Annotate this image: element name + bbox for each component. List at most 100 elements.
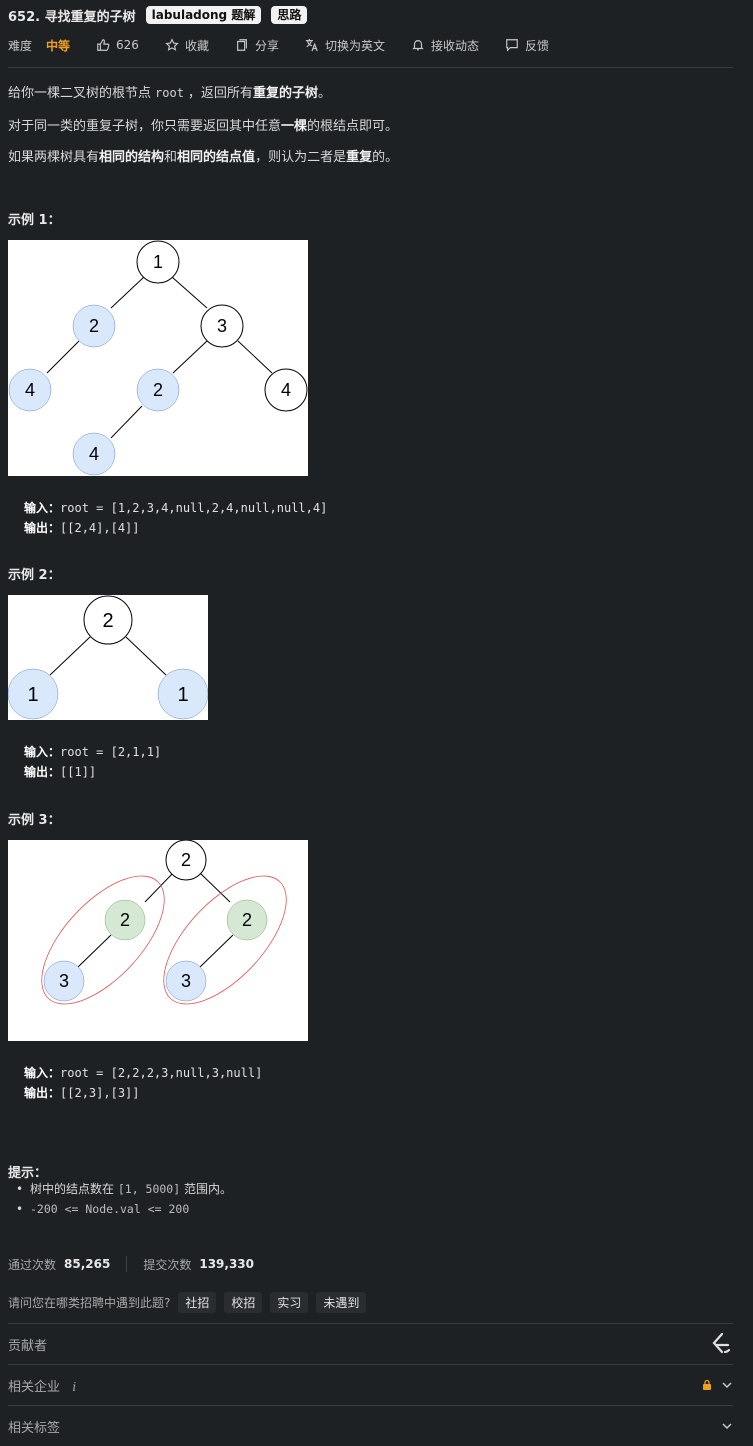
like-count: 626	[116, 38, 139, 52]
output-label: 输出：	[24, 521, 61, 535]
description-p2: 对于同一类的重复子树，你只需要返回其中任意一棵的根结点即可。	[8, 115, 398, 134]
favorite-button[interactable]: 收藏	[165, 37, 209, 54]
text: 给你一棵二叉树的根节点	[8, 86, 152, 101]
input-label: 输入：	[24, 1066, 61, 1080]
svg-text:1: 1	[27, 684, 38, 706]
description-p3: 如果两棵树具有相同的结构和相同的结点值，则认为二者是重复的。	[8, 146, 398, 165]
meta-row: 难度 中等 626 收藏 分享 切换为英文 接收动态 反馈	[8, 36, 575, 54]
header-divider	[8, 67, 733, 68]
survey-option-intern[interactable]: 实习	[270, 1292, 309, 1313]
example-1-tree-image: 1 2 3 4 2 4 4	[8, 240, 308, 476]
input-value: root = [2,2,2,3,null,3,null]	[60, 1066, 263, 1080]
interview-survey: 请问您在哪类招聘中遇到此题? 社招 校招 实习 未遇到	[8, 1292, 367, 1313]
survey-option-social[interactable]: 社招	[178, 1292, 217, 1313]
tree-node: 1	[8, 668, 59, 720]
survey-question: 请问您在哪类招聘中遇到此题?	[8, 1296, 171, 1310]
example-input-line: 输入：root = [2,1,1]	[24, 742, 161, 762]
translate-icon	[305, 38, 318, 52]
example-output-line: 输出：[[1]]	[24, 762, 161, 782]
tag-hint[interactable]: 思路	[271, 6, 308, 24]
input-label: 输入：	[24, 745, 61, 759]
output-label: 输出：	[24, 765, 61, 779]
tree-node: 3	[43, 960, 85, 1002]
tree-node: 2	[165, 840, 207, 881]
tree-node: 4	[264, 368, 308, 412]
tags-section[interactable]: 相关标签	[8, 1406, 733, 1446]
example-output-line: 输出：[[2,3],[3]]	[24, 1083, 262, 1103]
companies-label: 相关企业	[8, 1379, 61, 1395]
share-icon	[237, 39, 247, 51]
svg-text:1: 1	[153, 252, 163, 272]
tag-labuladong[interactable]: labuladong 题解	[145, 6, 262, 24]
chevron-down-icon[interactable]	[721, 1379, 733, 1391]
notify-button[interactable]: 接收动态	[411, 37, 479, 54]
feedback-button[interactable]: 反馈	[505, 37, 549, 54]
chevron-down-icon[interactable]	[721, 1420, 733, 1432]
description-p1: 给你一棵二叉树的根节点 root ，返回所有重复的子树。	[8, 82, 331, 101]
svg-text:2: 2	[242, 910, 252, 930]
bold-text: 相同的结构	[99, 150, 165, 165]
svg-text:3: 3	[217, 316, 227, 336]
submitted-label: 提交次数	[143, 1257, 192, 1272]
star-icon	[165, 38, 179, 51]
share-button[interactable]: 分享	[235, 37, 279, 54]
companies-heading: 相关企业 i	[8, 1376, 76, 1395]
svg-text:2: 2	[89, 316, 99, 336]
thumbs-up-icon	[97, 39, 110, 51]
example-output-line: 输出：[[2,4],[4]]	[24, 518, 327, 538]
text: 和	[164, 150, 178, 165]
text: 对于同一类的重复子树，你只需要返回其中任意	[8, 119, 282, 134]
like-button[interactable]: 626	[96, 38, 139, 52]
text: 树中的结点数在	[30, 1182, 115, 1196]
inline-code: -200 <= Node.val <= 200	[30, 1202, 190, 1216]
tags-label: 相关标签	[8, 1420, 61, 1436]
contributors-label: 贡献者	[8, 1338, 48, 1354]
switch-language-button[interactable]: 切换为英文	[305, 37, 385, 54]
bold-text: 一棵	[281, 119, 308, 134]
tree-node: 2	[104, 899, 146, 941]
text: ，则认为二者是	[255, 150, 347, 165]
hints-list: 树中的结点数在 [1, 5000] 范围内。 -200 <= Node.val …	[16, 1179, 232, 1219]
output-label: 输出：	[24, 1086, 61, 1100]
svg-text:3: 3	[181, 971, 191, 991]
difficulty: 难度 中等	[8, 37, 70, 54]
tree-node: 2	[136, 368, 180, 412]
input-value: root = [1,2,3,4,null,2,4,null,null,4]	[60, 501, 328, 515]
info-icon[interactable]: i	[72, 1380, 76, 1394]
example-2-title: 示例 2：	[8, 568, 61, 583]
tree-node: 4	[8, 368, 52, 412]
survey-option-never[interactable]: 未遇到	[316, 1292, 367, 1313]
switch-language-label: 切换为英文	[324, 38, 385, 53]
example-3-tree-image: 2 2 2 3 3	[8, 840, 308, 1041]
bell-icon	[412, 40, 424, 51]
inline-code: [1, 5000]	[117, 1182, 181, 1196]
companies-section[interactable]: 相关企业 i	[8, 1365, 733, 1405]
hint-item: -200 <= Node.val <= 200	[16, 1199, 232, 1219]
text: 的根结点即可。	[307, 119, 399, 134]
example-3-title: 示例 3：	[8, 813, 61, 828]
contributors-section[interactable]: 贡献者	[8, 1324, 733, 1364]
tree-node: 1	[157, 668, 208, 720]
svg-text:2: 2	[181, 850, 191, 870]
leetcode-logo-icon	[712, 1332, 731, 1354]
output-value: [[2,4],[4]]	[60, 521, 140, 535]
bold-text: 重复的子树	[252, 86, 318, 101]
example-3-io: 输入：root = [2,2,2,3,null,3,null] 输出：[[2,3…	[24, 1063, 262, 1103]
bold-text: 重复	[346, 150, 373, 165]
svg-text:4: 4	[281, 380, 291, 400]
text: 如果两棵树具有	[8, 150, 100, 165]
problem-title[interactable]: 652. 寻找重复的子树	[8, 6, 136, 25]
feedback-label: 反馈	[525, 38, 550, 53]
favorite-label: 收藏	[184, 38, 209, 53]
survey-option-campus[interactable]: 校招	[224, 1292, 263, 1313]
submitted-count: 139,330	[199, 1257, 254, 1271]
inline-code: root	[155, 86, 184, 100]
input-value: root = [2,1,1]	[60, 745, 162, 759]
tree-node: 2	[72, 304, 116, 348]
tree-node: 4	[72, 432, 116, 476]
accepted-label: 通过次数	[8, 1257, 57, 1272]
text: ，返回所有	[187, 86, 253, 101]
share-label: 分享	[254, 38, 279, 53]
difficulty-value: 中等	[46, 38, 71, 53]
stats-separator	[126, 1256, 128, 1272]
